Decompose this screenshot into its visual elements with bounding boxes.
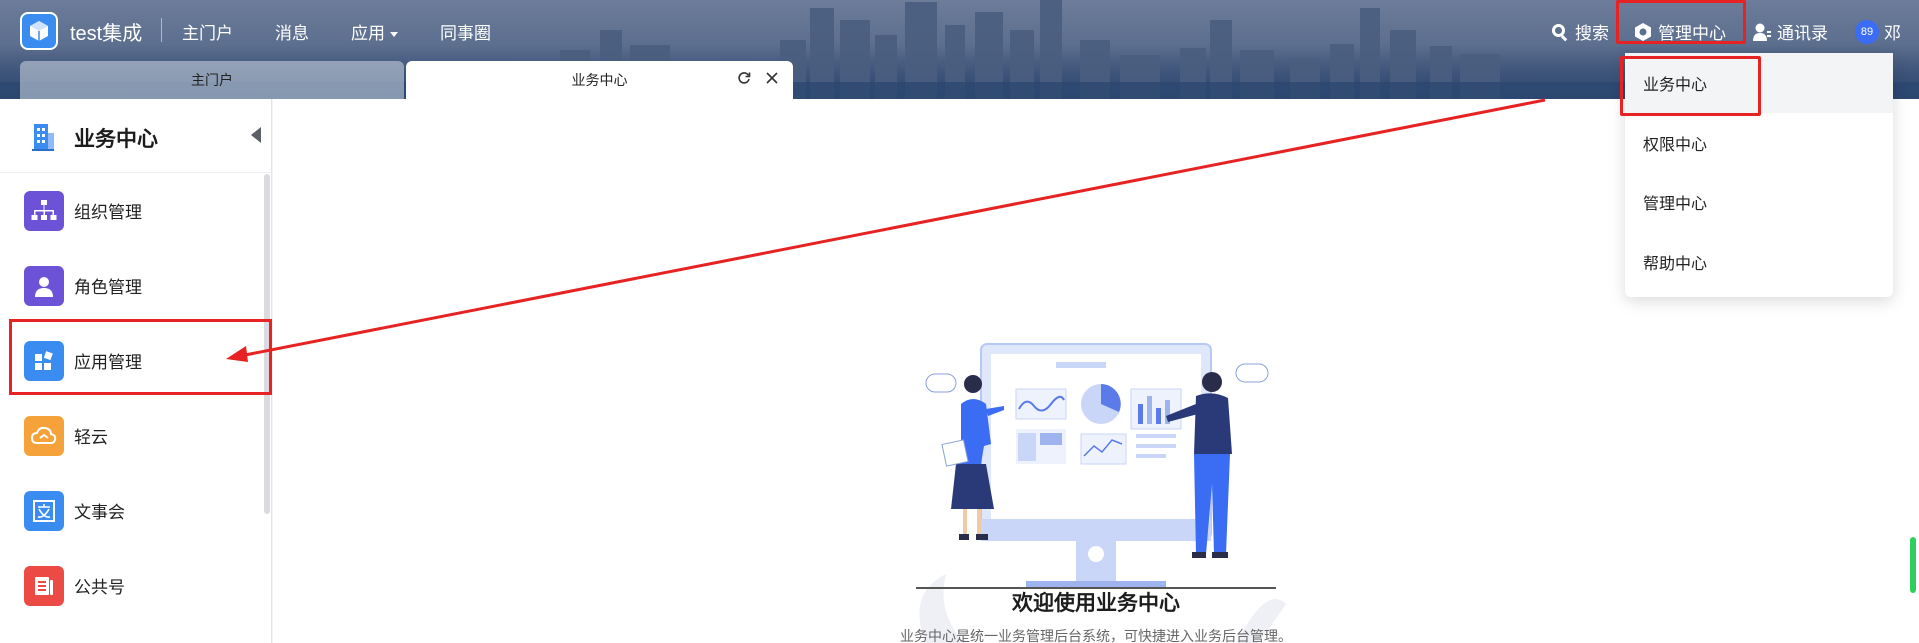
org-chart-icon — [24, 190, 64, 231]
welcome-title: 欢迎使用业务中心 — [1012, 592, 1180, 615]
sidebar-item-label: 轻云 — [74, 428, 108, 447]
search-button[interactable]: 搜索 — [1550, 19, 1609, 44]
welcome-description: 业务中心是统一业务管理后台系统，可快捷进入业务后台管理。 — [900, 628, 1292, 643]
contacts-icon — [1752, 22, 1772, 42]
user-icon — [24, 265, 64, 306]
chevron-down-icon — [390, 32, 398, 38]
main-nav: 主门户 消息 应用 同事圈 — [182, 19, 533, 44]
dropdown-item-help-center[interactable]: 帮助中心 — [1625, 232, 1893, 292]
sidebar-item-light-cloud[interactable]: 轻云 — [0, 398, 262, 473]
sidebar-title: 业务中心 — [74, 128, 158, 151]
dropdown-item-admin-center[interactable]: 管理中心 — [1625, 172, 1893, 232]
page-scrollbar[interactable] — [1910, 537, 1916, 593]
nav-item-apps-label: 应用 — [351, 24, 385, 43]
building-icon — [24, 117, 62, 155]
avatar: 89 — [1855, 19, 1879, 44]
nav-item-messages[interactable]: 消息 — [275, 19, 309, 44]
sidebar-item-org-management[interactable]: 组织管理 — [0, 173, 262, 248]
annotation-highlight-business-center — [1620, 56, 1761, 116]
user-menu[interactable]: 89 邓 — [1855, 19, 1901, 44]
tab-business-label: 业务中心 — [571, 72, 628, 88]
cloud-icon — [24, 415, 64, 456]
contacts-label: 通讯录 — [1777, 24, 1828, 43]
annotation-highlight-app-management — [9, 319, 272, 395]
title-divider — [161, 18, 162, 42]
tab-business-center[interactable]: 业务中心 — [406, 61, 793, 99]
sidebar-menu: 组织管理 角色管理 应用管理 轻云 文事会 公共号 — [0, 173, 262, 623]
tab-portal-label: 主门户 — [191, 72, 233, 88]
text-doc-icon — [24, 490, 64, 531]
contacts-button[interactable]: 通讯录 — [1752, 19, 1828, 44]
app-title: test集成 — [70, 23, 143, 45]
nav-item-colleagues[interactable]: 同事圈 — [440, 19, 491, 44]
close-icon[interactable] — [765, 71, 779, 88]
collapse-sidebar-icon[interactable] — [251, 127, 261, 143]
page-tabs: 主门户 业务中心 — [20, 61, 793, 99]
sidebar-item-label: 角色管理 — [74, 278, 142, 297]
notice-icon — [24, 565, 64, 606]
sidebar-header: 业务中心 — [0, 99, 272, 173]
app-logo-icon[interactable] — [20, 12, 58, 50]
sidebar-item-public-account[interactable]: 公共号 — [0, 548, 262, 623]
annotation-highlight-admin-center — [1616, 0, 1746, 44]
search-icon — [1550, 22, 1570, 42]
nav-item-apps[interactable]: 应用 — [351, 19, 398, 44]
tab-portal[interactable]: 主门户 — [20, 61, 404, 99]
refresh-icon[interactable] — [737, 71, 751, 88]
tab-actions — [737, 71, 779, 88]
sidebar-item-label: 文事会 — [74, 503, 125, 522]
user-name: 邓 — [1884, 24, 1901, 43]
nav-item-portal[interactable]: 主门户 — [182, 19, 233, 44]
dropdown-item-permission-center[interactable]: 权限中心 — [1625, 113, 1893, 173]
sidebar-item-wenshihui[interactable]: 文事会 — [0, 473, 262, 548]
search-label: 搜索 — [1575, 24, 1609, 43]
sidebar-item-role-management[interactable]: 角色管理 — [0, 248, 262, 323]
sidebar-item-label: 组织管理 — [74, 203, 142, 222]
sidebar-item-label: 公共号 — [74, 578, 125, 597]
